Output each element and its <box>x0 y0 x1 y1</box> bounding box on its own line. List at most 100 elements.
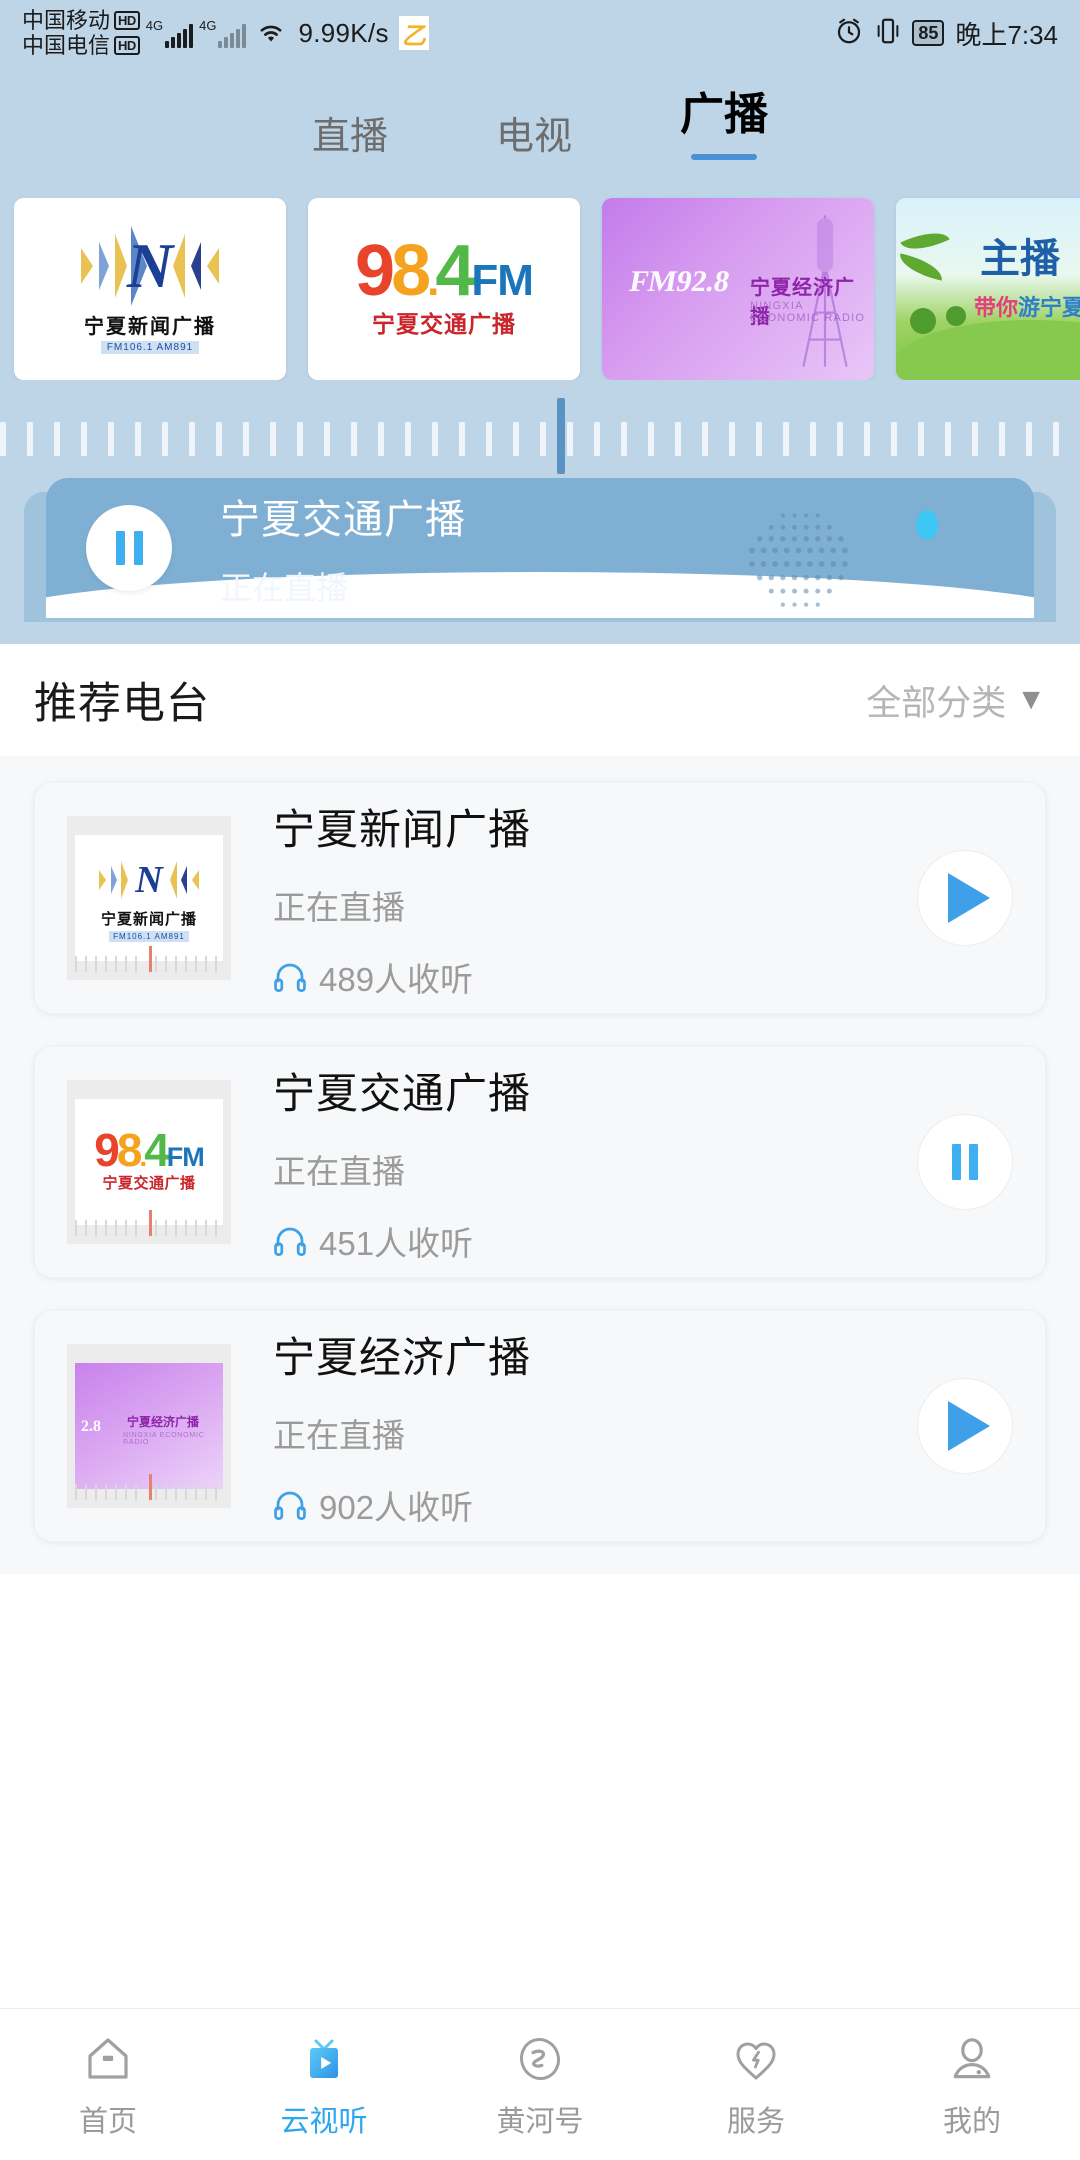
news-logo-name: 宁夏新闻广播 <box>84 310 216 339</box>
status-bar: 中国移动 HD 中国电信 HD 4G 4G 9.99K/s 乙 85 晚上7:3… <box>0 0 1080 66</box>
nav-item-home[interactable]: 首页 <box>0 2030 216 2140</box>
thumb-station-name: 宁夏经济广播 <box>127 1413 199 1430</box>
list-bottom-spacer <box>0 1566 1080 1574</box>
thumb-station-name: 宁夏交通广播 <box>102 1172 195 1193</box>
nav-item-yellow-river-label: 黄河号 <box>496 2098 583 2140</box>
home-icon <box>82 2030 134 2088</box>
chevron-down-icon: ▼ <box>1016 685 1046 715</box>
status-right-group: 85 晚上7:34 <box>834 15 1058 52</box>
station-list-item-traffic[interactable]: 98.4FM 宁夏交通广播 宁夏交通广播 正在直播 <box>34 1046 1046 1278</box>
ruler-needle[interactable] <box>557 398 565 474</box>
carousel-card-economic[interactable]: FM92.8 宁夏经济广播 NINGXIA ECONOMIC RADIO <box>602 198 874 380</box>
headphone-icon <box>273 1490 307 1520</box>
station-play-button[interactable] <box>917 850 1013 946</box>
wifi-icon <box>254 17 288 50</box>
fm984-logo-name: 宁夏交通广播 <box>372 305 516 339</box>
network-speed: 9.99K/s <box>298 18 388 49</box>
carousel-card-traffic[interactable]: 98.4FM 宁夏交通广播 <box>308 198 580 380</box>
station-play-button[interactable] <box>917 1378 1013 1474</box>
carousel-card-news[interactable]: N 宁夏新闻广播 FM106.1 AM891 <box>14 198 286 380</box>
carrier-2-hd-badge: HD <box>114 36 140 55</box>
fm984-logo-icon: 98.4FM 宁夏交通广播 <box>308 198 580 380</box>
station-info-traffic: 宁夏交通广播 正在直播 451人收听 <box>273 1060 917 1265</box>
news-logo-icon: N 宁夏新闻广播 FM106.1 AM891 <box>14 198 286 380</box>
tab-live-label: 直播 <box>312 105 388 160</box>
thumb-fm984-digits: 98.4FM <box>94 1131 204 1170</box>
station-status: 正在直播 <box>273 1145 917 1193</box>
station-pause-button[interactable] <box>917 1114 1013 1210</box>
nav-item-profile-label: 我的 <box>943 2098 1001 2140</box>
now-playing-bar: 宁夏交通广播 正在直播 <box>0 478 1080 644</box>
nav-item-service[interactable]: 服务 <box>648 2030 864 2140</box>
tab-live[interactable]: 直播 <box>312 105 388 170</box>
travel-banner-title: 主播 <box>980 226 1060 284</box>
player-card[interactable]: 宁夏交通广播 正在直播 <box>46 478 1034 618</box>
tab-tv-label: 电视 <box>496 105 572 160</box>
alarm-clock-icon <box>834 16 864 51</box>
news-logo-freq: FM106.1 AM891 <box>101 341 199 354</box>
station-list: N 宁夏新闻广播 FM106.1 AM891 宁夏新闻广播 正在直播 <box>0 756 1080 1566</box>
nav-item-yellow-river[interactable]: 黄河号 <box>432 2030 648 2140</box>
station-thumbnail-news: N 宁夏新闻广播 FM106.1 AM891 <box>67 816 231 980</box>
signal-group-1: 4G <box>146 19 193 48</box>
station-name: 宁夏交通广播 <box>273 1060 917 1121</box>
tab-tv[interactable]: 电视 <box>496 105 572 170</box>
tab-radio-label: 广播 <box>680 78 768 142</box>
station-name: 宁夏新闻广播 <box>273 796 917 857</box>
station-status: 正在直播 <box>273 881 917 929</box>
player-status-label: 正在直播 <box>220 563 466 609</box>
station-list-item-economic[interactable]: 2.8 宁夏经济广播 NINGXIA ECONOMIC RADIO 宁夏经济广播… <box>34 1310 1046 1542</box>
radio-tower-icon <box>798 210 852 372</box>
station-carousel[interactable]: N 宁夏新闻广播 FM106.1 AM891 98.4FM 宁夏交通广播 <box>0 170 1080 380</box>
play-icon <box>948 1401 990 1451</box>
category-filter-dropdown[interactable]: 全部分类 ▼ <box>866 675 1046 726</box>
carrier-2-label: 中国电信 <box>22 35 110 57</box>
frequency-ruler[interactable] <box>0 380 1080 478</box>
nav-item-profile[interactable]: 我的 <box>864 2030 1080 2140</box>
carousel-card-travel[interactable]: 主播 带你游宁夏 <box>896 198 1080 380</box>
signal-group-2: 4G <box>199 19 246 48</box>
player-text-group: 宁夏交通广播 正在直播 <box>220 487 466 609</box>
vibrate-icon <box>875 16 901 51</box>
recommended-section-header: 推荐电台 全部分类 ▼ <box>0 644 1080 756</box>
thumb-dial-scale <box>73 1208 225 1236</box>
carrier-1-label: 中国移动 <box>22 10 110 32</box>
nav-item-service-label: 服务 <box>727 2098 785 2140</box>
station-listeners-row: 451人收听 <box>273 1217 917 1265</box>
carrier-row-1: 中国移动 HD <box>22 10 140 32</box>
tv-play-icon <box>298 2030 350 2088</box>
pause-icon <box>116 531 143 565</box>
station-listener-count: 902人收听 <box>319 1481 473 1529</box>
pause-button[interactable] <box>86 505 172 591</box>
headphone-icon <box>273 962 307 992</box>
status-clock: 晚上7:34 <box>955 15 1058 52</box>
fm984-digits: 98.4FM <box>355 239 533 304</box>
tab-radio[interactable]: 广播 <box>680 78 768 170</box>
play-icon <box>948 873 990 923</box>
network-type-1: 4G <box>146 19 163 32</box>
station-info-news: 宁夏新闻广播 正在直播 489人收听 <box>273 796 917 1001</box>
nav-item-cloud-view[interactable]: 云视听 <box>216 2030 432 2140</box>
thumb-station-freq: FM106.1 AM891 <box>109 931 189 942</box>
battery-icon: 85 <box>912 20 944 46</box>
station-thumbnail-economic: 2.8 宁夏经济广播 NINGXIA ECONOMIC RADIO <box>67 1344 231 1508</box>
yellow-river-icon <box>514 2030 566 2088</box>
station-list-item-news[interactable]: N 宁夏新闻广播 FM106.1 AM891 宁夏新闻广播 正在直播 <box>34 782 1046 1014</box>
player-station-name: 宁夏交通广播 <box>220 487 466 545</box>
network-type-2: 4G <box>199 19 216 32</box>
carrier-1-hd-badge: HD <box>114 11 140 30</box>
economic-freq: FM92.8 <box>627 265 732 299</box>
category-filter-label: 全部分类 <box>866 675 1006 726</box>
station-thumbnail-traffic: 98.4FM 宁夏交通广播 <box>67 1080 231 1244</box>
person-icon <box>946 2030 998 2088</box>
economic-banner-icon: FM92.8 宁夏经济广播 NINGXIA ECONOMIC RADIO <box>602 198 874 380</box>
travel-banner-icon: 主播 带你游宁夏 <box>896 198 1080 380</box>
ruler-ticks <box>0 418 1080 456</box>
headphone-icon <box>273 1226 307 1256</box>
pause-icon <box>952 1144 978 1180</box>
thumb-station-name-en: NINGXIA ECONOMIC RADIO <box>123 1432 223 1446</box>
thumb-dial-scale <box>73 1472 225 1500</box>
station-status: 正在直播 <box>273 1409 917 1457</box>
section-title: 推荐电台 <box>34 669 210 731</box>
thumb-station-name: 宁夏新闻广播 <box>101 908 197 929</box>
